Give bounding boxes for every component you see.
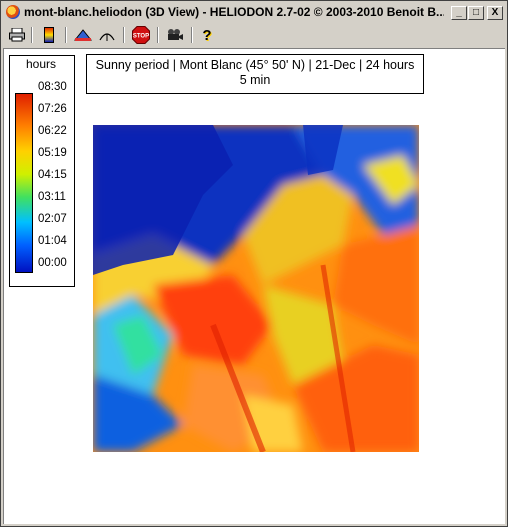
app-icon — [6, 5, 20, 19]
terrain-icon — [74, 29, 92, 41]
sun-path-icon — [99, 33, 115, 41]
toolbar-separator — [31, 27, 33, 43]
maximize-icon: □ — [472, 7, 480, 18]
simulation-header: Sunny period | Mont Blanc (45° 50' N) | … — [86, 54, 424, 94]
legend-tick: 03:11 — [38, 191, 66, 203]
legend-tick: 02:07 — [38, 213, 67, 225]
stop-button[interactable]: STOP — [131, 26, 151, 44]
sunshine-terrain-map[interactable] — [93, 125, 419, 452]
simulation-parameters: Sunny period | Mont Blanc (45° 50' N) | … — [95, 58, 415, 72]
terrain-heatmap — [93, 125, 419, 452]
legend-tick: 00:00 — [38, 257, 67, 269]
printer-icon — [9, 28, 25, 42]
time-step: 5 min — [239, 73, 271, 87]
maximize-button[interactable]: □ — [468, 6, 484, 20]
toolbar: STOP ? — [3, 24, 505, 46]
legend-button[interactable] — [39, 26, 59, 44]
minimize-button[interactable]: _ — [451, 6, 467, 20]
color-legend: hours 08:30 07:26 06:22 05:19 04:15 03:1… — [9, 55, 75, 287]
legend-tick: 01:04 — [38, 235, 67, 247]
legend-title: hours — [25, 57, 57, 71]
relief-button[interactable] — [73, 26, 93, 44]
animation-button[interactable] — [165, 26, 185, 44]
title-bar[interactable]: mont-blanc.heliodon (3D View) - HELIODON… — [3, 3, 505, 22]
heliodon-view[interactable]: hours 08:30 07:26 06:22 05:19 04:15 03:1… — [3, 48, 505, 524]
legend-tick: 04:15 — [38, 169, 67, 181]
toolbar-separator — [65, 27, 67, 43]
toolbar-separator — [191, 27, 193, 43]
help-icon: ? — [202, 26, 212, 44]
color-scale-icon — [44, 27, 54, 43]
help-button[interactable]: ? — [197, 26, 217, 44]
legend-color-bar — [15, 93, 33, 273]
app-window: mont-blanc.heliodon (3D View) - HELIODON… — [0, 0, 508, 527]
legend-tick: 07:26 — [38, 103, 67, 115]
legend-tick: 08:30 — [38, 81, 67, 93]
legend-tick: 05:19 — [38, 147, 67, 159]
close-icon: X — [491, 7, 499, 18]
camera-icon — [168, 29, 183, 40]
toolbar-separator — [157, 27, 159, 43]
minimize-icon: _ — [456, 7, 462, 18]
legend-tick: 06:22 — [38, 125, 67, 137]
window-title: mont-blanc.heliodon (3D View) - HELIODON… — [24, 5, 444, 19]
stop-icon: STOP — [132, 26, 150, 44]
print-button[interactable] — [7, 26, 27, 44]
close-button[interactable]: X — [487, 6, 503, 20]
sun-path-button[interactable] — [97, 26, 117, 44]
stop-icon-label: STOP — [133, 34, 149, 40]
toolbar-separator — [123, 27, 125, 43]
